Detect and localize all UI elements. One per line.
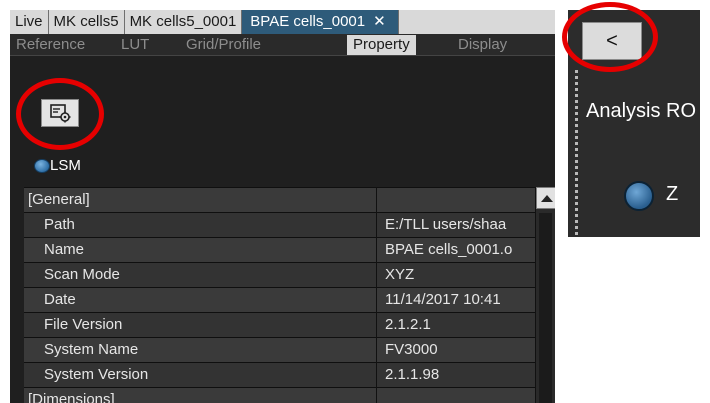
table-row[interactable]: Scan Mode XYZ — [24, 262, 555, 287]
property-value: FV3000 — [385, 341, 438, 358]
column-divider — [376, 187, 377, 403]
tab-bpae-cells-0001[interactable]: BPAE cells_0001 ✕ — [242, 10, 399, 34]
subtab-lut[interactable]: LUT — [121, 36, 149, 53]
scroll-up-arrow-icon[interactable] — [536, 187, 555, 209]
property-value: E:/TLL users/shaa — [385, 216, 507, 233]
document-tabs: Live MK cells5 MK cells5_0001 BPAE cells… — [10, 10, 555, 34]
tab-title: BPAE cells_0001 — [250, 13, 366, 30]
property-grid: [General] Path E:/TLL users/shaa Name BP… — [24, 187, 555, 403]
property-name: [General] — [28, 191, 90, 208]
section-row-general[interactable]: [General] — [24, 187, 555, 212]
scroll-track[interactable] — [539, 213, 552, 403]
tab-mk-cells5[interactable]: MK cells5 — [49, 10, 125, 34]
property-name: Date — [44, 291, 76, 308]
property-name: Path — [44, 216, 75, 233]
property-value: XYZ — [385, 266, 415, 283]
analysis-roi-label: Analysis RO — [586, 100, 697, 122]
subtab-reference[interactable]: Reference — [16, 36, 85, 53]
property-name: System Version — [44, 366, 149, 383]
table-row[interactable]: Path E:/TLL users/shaa — [24, 212, 555, 237]
table-row[interactable]: Name BPAE cells_0001.o — [24, 237, 555, 262]
property-panel: Live MK cells5 MK cells5_0001 BPAE cells… — [10, 10, 555, 403]
z-label: Z — [666, 183, 679, 205]
vertical-scrollbar[interactable] — [535, 187, 555, 403]
tab-mk-cells5-0001[interactable]: MK cells5_0001 — [125, 10, 243, 34]
table-row[interactable]: System Version 2.1.1.98 — [24, 362, 555, 387]
z-radio-icon[interactable] — [624, 181, 654, 211]
splitter-handle[interactable] — [575, 70, 578, 237]
property-name: Name — [44, 241, 85, 258]
property-name: System Name — [44, 341, 139, 358]
radio-button-icon — [34, 159, 50, 173]
property-value: 2.1.1.98 — [385, 366, 440, 383]
view-subtabs: Reference LUT Grid/Profile Property Disp… — [10, 34, 555, 56]
highlight-circle — [562, 2, 658, 72]
property-value: 2.1.2.1 — [385, 316, 431, 333]
property-name: File Version — [44, 316, 123, 333]
tab-live[interactable]: Live — [10, 10, 49, 34]
close-icon[interactable]: ✕ — [373, 13, 386, 30]
subtab-property[interactable]: Property — [347, 35, 416, 55]
property-name: Scan Mode — [44, 266, 120, 283]
highlight-circle — [16, 78, 104, 150]
subtab-display[interactable]: Display — [458, 36, 507, 53]
section-row-dimensions[interactable]: [Dimensions] — [24, 387, 555, 403]
lsm-label: LSM — [50, 157, 81, 174]
table-row[interactable]: System Name FV3000 — [24, 337, 555, 362]
subtab-grid-profile[interactable]: Grid/Profile — [186, 36, 261, 53]
property-value: 11/14/2017 10:41 — [385, 291, 501, 308]
property-name: [Dimensions] — [28, 391, 115, 403]
table-row[interactable]: File Version 2.1.2.1 — [24, 312, 555, 337]
property-value: BPAE cells_0001.o — [385, 241, 513, 258]
table-row[interactable]: Date 11/14/2017 10:41 — [24, 287, 555, 312]
